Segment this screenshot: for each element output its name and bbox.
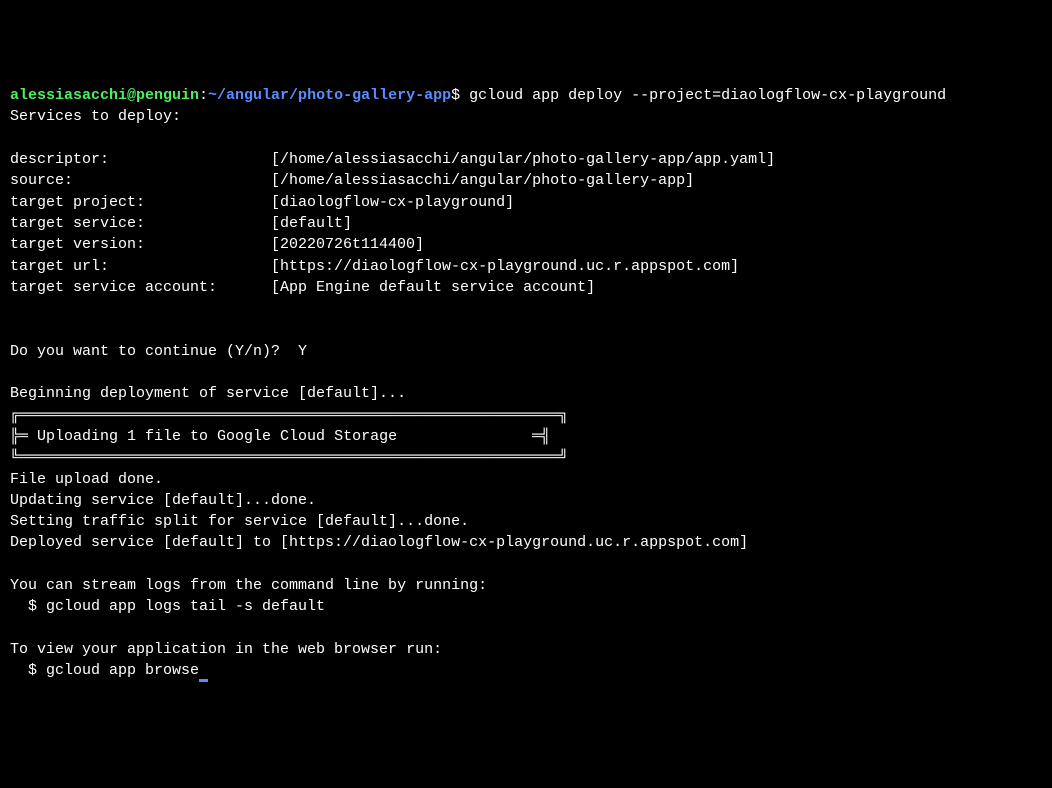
prompt-colon: :: [199, 87, 208, 104]
kv-row: target project:[diaologflow-cx-playgroun…: [10, 194, 514, 211]
prompt-path: ~/angular/photo-gallery-app: [208, 87, 451, 104]
browse-cmd: $ gcloud app browse: [10, 662, 199, 679]
kv-row: target url:[https://diaologflow-cx-playg…: [10, 258, 739, 275]
command-text: gcloud app deploy --project=diaologflow-…: [460, 87, 946, 104]
kv-value: [App Engine default service account]: [271, 279, 595, 296]
upload-status: Uploading 1 file to Google Cloud Storage: [37, 428, 397, 445]
kv-key: target service:: [10, 213, 271, 234]
kv-key: target url:: [10, 256, 271, 277]
post-line: Setting traffic split for service [defau…: [10, 513, 469, 530]
browse-hint: To view your application in the web brow…: [10, 641, 442, 658]
post-line: Updating service [default]...done.: [10, 492, 316, 509]
kv-key: descriptor:: [10, 149, 271, 170]
prompt-user: alessiasacchi@penguin: [10, 87, 199, 104]
kv-value: [default]: [271, 215, 352, 232]
kv-value: [/home/alessiasacchi/angular/photo-galle…: [271, 172, 694, 189]
kv-row: target service account:[App Engine defau…: [10, 279, 595, 296]
kv-row: target service:[default]: [10, 215, 352, 232]
confirm-question: Do you want to continue (Y/n)?: [10, 343, 298, 360]
terminal-output[interactable]: alessiasacchi@penguin:~/angular/photo-ga…: [10, 85, 1042, 681]
services-header: Services to deploy:: [10, 108, 181, 125]
progress-box-top: ╔═══════════════════════════════════════…: [10, 407, 568, 424]
kv-row: descriptor:[/home/alessiasacchi/angular/…: [10, 151, 775, 168]
progress-box-bottom: ╚═══════════════════════════════════════…: [10, 449, 568, 466]
logs-cmd: $ gcloud app logs tail -s default: [10, 598, 325, 615]
prompt-dollar: $: [451, 87, 460, 104]
post-line: File upload done.: [10, 471, 163, 488]
confirm-answer: Y: [298, 343, 307, 360]
confirm-line: Do you want to continue (Y/n)? Y: [10, 343, 307, 360]
kv-value: [diaologflow-cx-playground]: [271, 194, 514, 211]
kv-row: target version:[20220726t114400]: [10, 236, 424, 253]
cursor-icon: [199, 679, 208, 682]
post-line: Deployed service [default] to [https://d…: [10, 534, 748, 551]
kv-key: target version:: [10, 234, 271, 255]
progress-box-middle: ╠═ Uploading 1 file to Google Cloud Stor…: [10, 428, 550, 445]
kv-value: [https://diaologflow-cx-playground.uc.r.…: [271, 258, 739, 275]
kv-key: target service account:: [10, 277, 271, 298]
prompt-line: alessiasacchi@penguin:~/angular/photo-ga…: [10, 87, 946, 104]
kv-value: [20220726t114400]: [271, 236, 424, 253]
kv-row: source:[/home/alessiasacchi/angular/phot…: [10, 172, 694, 189]
kv-key: target project:: [10, 192, 271, 213]
kv-key: source:: [10, 170, 271, 191]
beginning-line: Beginning deployment of service [default…: [10, 385, 406, 402]
logs-hint: You can stream logs from the command lin…: [10, 577, 487, 594]
kv-value: [/home/alessiasacchi/angular/photo-galle…: [271, 151, 775, 168]
